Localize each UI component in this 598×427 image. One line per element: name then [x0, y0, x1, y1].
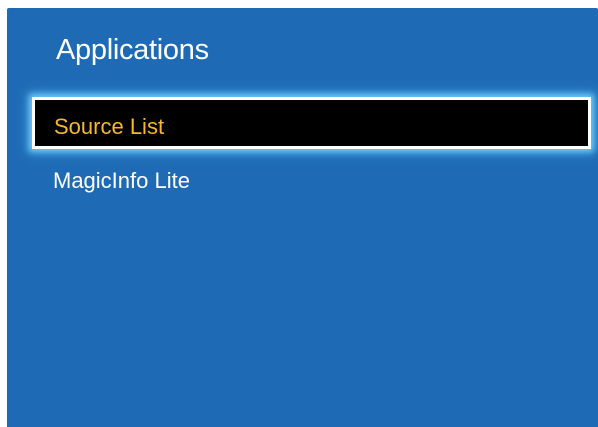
menu-item-label: MagicInfo Lite [53, 168, 190, 193]
menu-item-source-list[interactable]: Source List [32, 97, 591, 149]
panel-title: Applications [56, 34, 209, 66]
menu-item-label: Source List [54, 114, 165, 139]
applications-panel: Applications Source List MagicInfo Lite [7, 8, 598, 427]
menu-item-magicinfo-lite[interactable]: MagicInfo Lite [53, 167, 190, 197]
